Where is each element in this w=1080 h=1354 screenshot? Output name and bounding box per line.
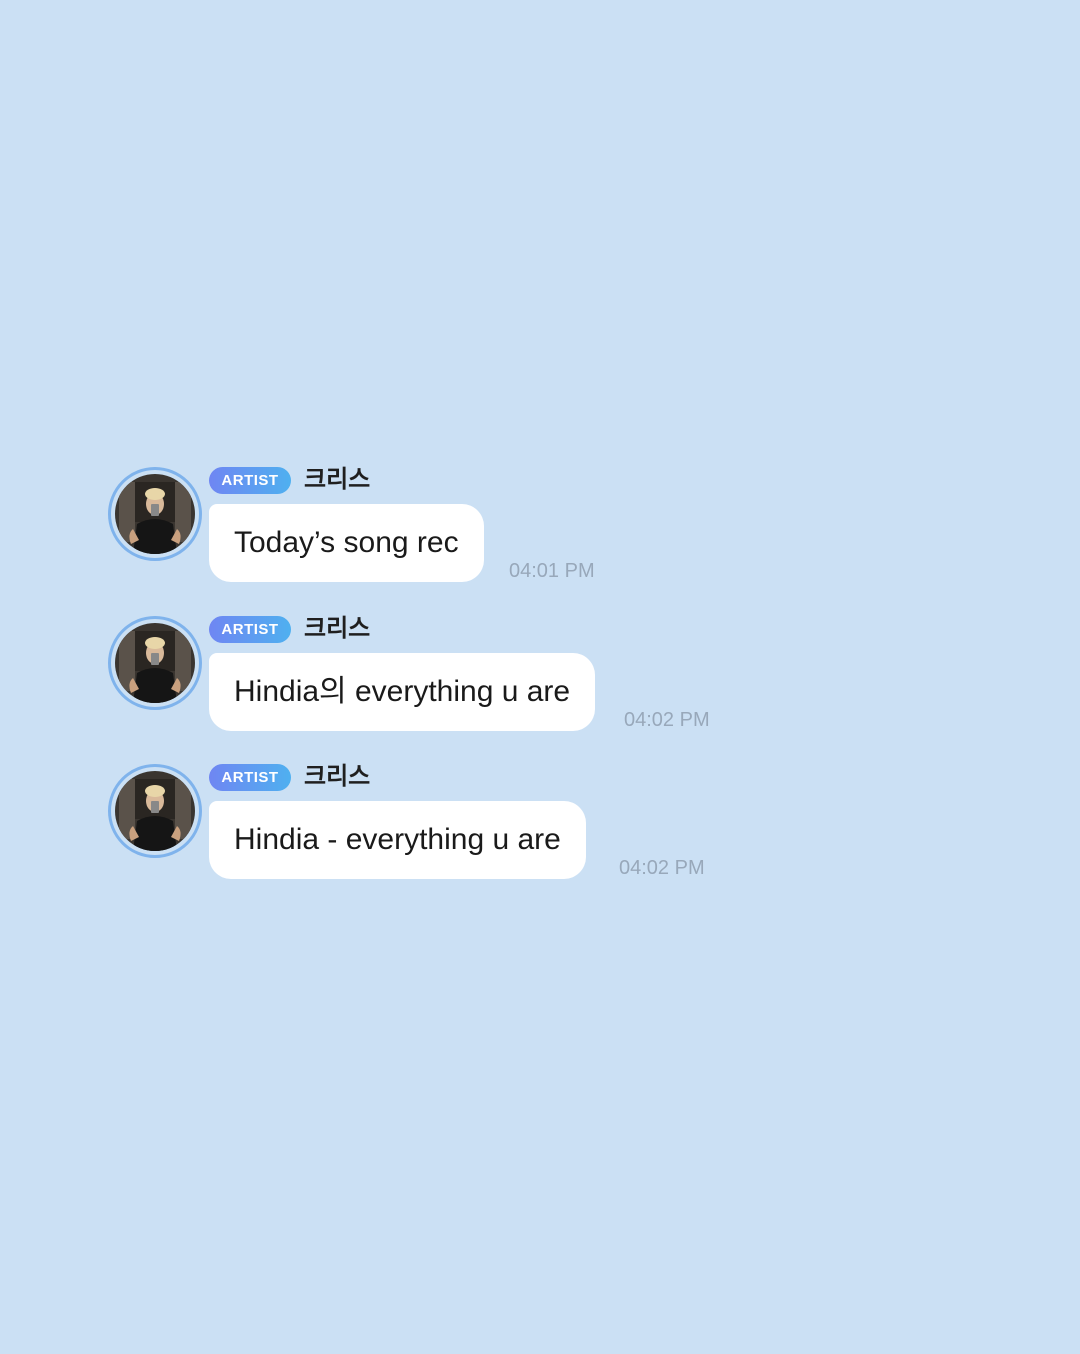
sender-name: 크리스 (304, 466, 371, 493)
avatar[interactable] (108, 616, 202, 710)
sender-name: 크리스 (304, 615, 371, 642)
message-bubble: Hindia - everything u are (209, 801, 586, 879)
message-bubble: Hindia의 everything u are (209, 653, 596, 731)
message-timestamp: 04:01 PM (509, 560, 595, 582)
avatar[interactable] (108, 764, 202, 858)
chat-message: ARTIST 크리스 Hindia의 everything u are 04:0… (108, 615, 808, 736)
message-bubble: Today’s song rec (209, 504, 484, 582)
artist-badge: ARTIST (209, 467, 291, 494)
artist-photo-icon (115, 474, 195, 554)
artist-badge: ARTIST (209, 764, 291, 791)
message-timestamp: 04:02 PM (619, 857, 705, 879)
chat-message: ARTIST 크리스 Hindia - everything u are 04:… (108, 763, 808, 884)
message-timestamp: 04:02 PM (624, 709, 710, 731)
sender-name: 크리스 (304, 763, 371, 790)
artist-photo-icon (115, 771, 195, 851)
avatar[interactable] (108, 467, 202, 561)
artist-photo-icon (115, 623, 195, 703)
artist-badge: ARTIST (209, 616, 291, 643)
chat-message: ARTIST 크리스 Today’s song rec 04:01 PM (108, 466, 808, 587)
